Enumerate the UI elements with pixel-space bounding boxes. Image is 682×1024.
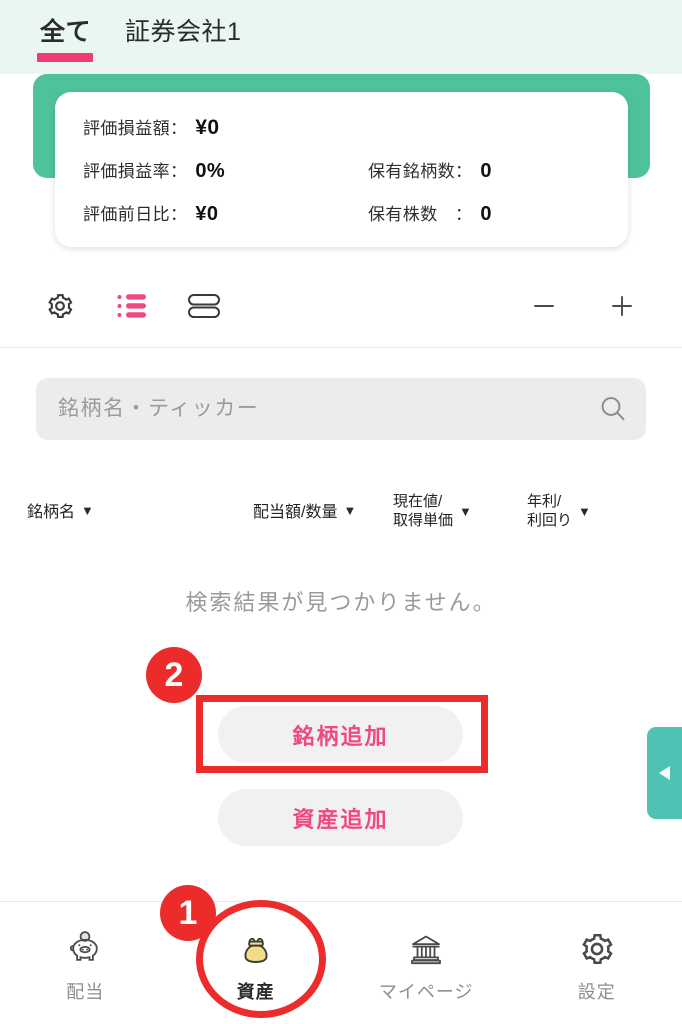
column-header-price[interactable]: 現在値/ 取得単価 ▼ [393,492,472,530]
nav-item-assets[interactable]: 資産 [171,902,342,1024]
two-rows-icon[interactable] [184,286,224,326]
summary-card: 評価損益額： ¥0 評価損益率： 0% 保有銘柄数： 0 評価前日比： ¥0 保… [55,92,628,247]
summary-value-profit-amount: ¥0 [195,116,220,139]
column-header-price-line1: 現在値/ [393,493,443,510]
summary-value-holdings-count: 0 [480,160,492,182]
nav-item-mypage-label: マイページ [378,982,474,1002]
summary-cell-profit-rate: 評価損益率： 0% [83,157,368,183]
summary-row-daychange: 評価前日比： ¥0 保有株数 ： 0 [83,200,628,226]
column-header-dividend-quantity-label: 配当額/数量 [253,504,338,521]
empty-state-message: 検索結果が見つかりません。 [185,590,497,615]
tab-list: 全て 証券会社1 [0,0,682,62]
tab-active-underline [37,53,93,62]
summary-label-profit-rate: 評価損益率： [83,162,188,181]
tab-all[interactable]: 全て [36,16,95,62]
column-header-price-text: 現在値/ 取得単価 [393,492,453,530]
summary-value-share-count: 0 [480,203,492,225]
toolbar-right-group [524,286,642,326]
column-header-stock-name-label: 銘柄名 [27,504,76,521]
coin-purse-icon [234,928,278,970]
summary-label-holdings-count: 保有銘柄数： [368,162,473,181]
bullet-list-icon[interactable] [112,286,152,326]
summary-cell-share-count: 保有株数 ： 0 [368,200,492,226]
summary-label-day-change: 評価前日比： [83,205,188,224]
search-icon[interactable] [594,390,632,428]
tab-broker-1[interactable]: 証券会社1 [121,16,245,62]
column-header-price-line2: 取得単価 [393,512,454,529]
column-header-yield-line2: 利回り [527,512,573,529]
summary-value-profit-rate: 0% [195,160,225,182]
column-header-stock-name[interactable]: 銘柄名 ▼ [27,498,94,522]
summary-row-rate: 評価損益率： 0% 保有銘柄数： 0 [83,157,628,183]
tab-all-label: 全て [40,18,92,46]
summary-cell-day-change: 評価前日比： ¥0 [83,200,368,226]
add-asset-button[interactable]: 資産追加 [218,789,463,846]
search-input[interactable] [36,378,646,440]
column-header-dividend-quantity[interactable]: 配当額/数量 ▼ [253,498,356,522]
summary-label-profit-amount: 評価損益額： [83,119,188,138]
chevron-down-icon: ▼ [343,502,357,518]
top-tab-bar: 全て 証券会社1 [0,0,682,74]
summary-cell-profit-amount: 評価損益額： ¥0 [83,114,368,140]
column-header-yield-line1: 年利/ [527,493,562,510]
zoom-in-button[interactable] [602,286,642,326]
list-column-headers: 銘柄名 ▼ 配当額/数量 ▼ 現在値/ 取得単価 ▼ 年利/ 利回り ▼ [0,492,682,540]
chevron-down-icon: ▼ [81,502,94,518]
search-bar [36,378,646,440]
chevron-down-icon: ▼ [459,503,472,519]
triangle-left-icon [658,766,670,780]
nav-item-settings[interactable]: 設定 [512,902,682,1024]
gear-icon [575,928,619,970]
column-header-yield-text: 年利/ 利回り [527,492,572,530]
piggy-bank-icon [63,928,107,970]
chevron-down-icon: ▼ [578,503,591,519]
annotation-badge-2: 2 [146,647,202,703]
zoom-out-button[interactable] [524,286,564,326]
side-drawer-handle[interactable] [647,727,682,819]
column-header-yield[interactable]: 年利/ 利回り ▼ [527,492,591,530]
nav-item-dividends[interactable]: 配当 [0,902,171,1024]
bank-building-icon [404,928,448,970]
summary-cell-holdings-count: 保有銘柄数： 0 [368,157,492,183]
view-toolbar [0,280,682,348]
portfolio-summary: 評価損益額： ¥0 評価損益率： 0% 保有銘柄数： 0 評価前日比： ¥0 保… [0,74,682,264]
nav-item-settings-label: 設定 [577,982,616,1002]
bottom-navigation: 配当 資産 マイページ 設定 [0,901,682,1024]
tab-broker-1-label: 証券会社1 [125,18,242,46]
summary-value-day-change: ¥0 [195,203,219,225]
nav-item-assets-label: 資産 [236,982,275,1002]
summary-label-share-count: 保有株数 ： [368,205,473,224]
toolbar-left-group [40,286,224,326]
nav-item-dividends-label: 配当 [66,982,105,1002]
nav-item-mypage[interactable]: マイページ [341,902,512,1024]
summary-row-profit: 評価損益額： ¥0 [83,114,628,140]
add-stock-button[interactable]: 銘柄追加 [218,706,463,763]
gear-icon[interactable] [40,286,80,326]
